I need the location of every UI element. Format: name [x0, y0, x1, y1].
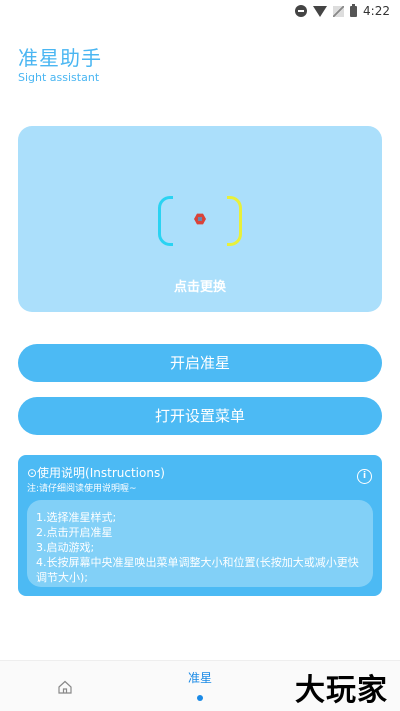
change-crosshair-label[interactable]: 点击更换: [18, 276, 382, 295]
instructions-title: ⊙使用说明(Instructions): [27, 466, 165, 480]
crosshair-preview-card[interactable]: 点击更换: [18, 126, 382, 312]
instructions-note: 注:请仔细阅读使用说明喔~: [27, 484, 137, 494]
left-bracket-icon: [158, 196, 173, 246]
info-icon[interactable]: i: [357, 469, 372, 484]
instruction-item: 4.长按屏幕中央准星唤出菜单调整大小和位置(长按加大或减小更快调节大小);: [36, 556, 359, 584]
app-subtitle: Sight assistant: [18, 71, 100, 84]
status-icons: 4:22: [295, 3, 390, 18]
hexagon-core-icon: [198, 217, 202, 221]
wifi-icon: [313, 5, 328, 17]
instruction-item: 2.点击开启准星: [36, 526, 113, 539]
active-tab-indicator: [197, 695, 203, 701]
clock: 4:22: [363, 4, 390, 18]
battery-icon: [350, 3, 358, 17]
app-title: 准星助手: [18, 46, 102, 70]
crosshair-preview[interactable]: [158, 196, 242, 246]
do-not-disturb-icon: [295, 5, 308, 17]
instruction-item: 1.选择准星样式;: [36, 511, 117, 524]
nav-tab-crosshair[interactable]: 准星: [180, 669, 220, 686]
instructions-panel: ⊙使用说明(Instructions) 注:请仔细阅读使用说明喔~ i 1.选择…: [18, 455, 382, 596]
right-bracket-icon: [227, 196, 242, 246]
status-bar: 4:22: [0, 0, 400, 24]
bottom-navigation: 准星 大玩家: [0, 660, 400, 711]
start-crosshair-button[interactable]: 开启准星: [18, 344, 382, 382]
watermark-logo: 大玩家: [295, 673, 388, 708]
home-icon[interactable]: [58, 679, 72, 694]
instruction-item: 3.启动游戏;: [36, 541, 95, 554]
home-icon-svg: [58, 680, 72, 694]
instructions-list-box: 1.选择准星样式; 2.点击开启准星 3.启动游戏; 4.长按屏幕中央准星唤出菜…: [27, 500, 373, 587]
no-signal-icon: [333, 5, 345, 17]
open-settings-menu-button[interactable]: 打开设置菜单: [18, 397, 382, 435]
